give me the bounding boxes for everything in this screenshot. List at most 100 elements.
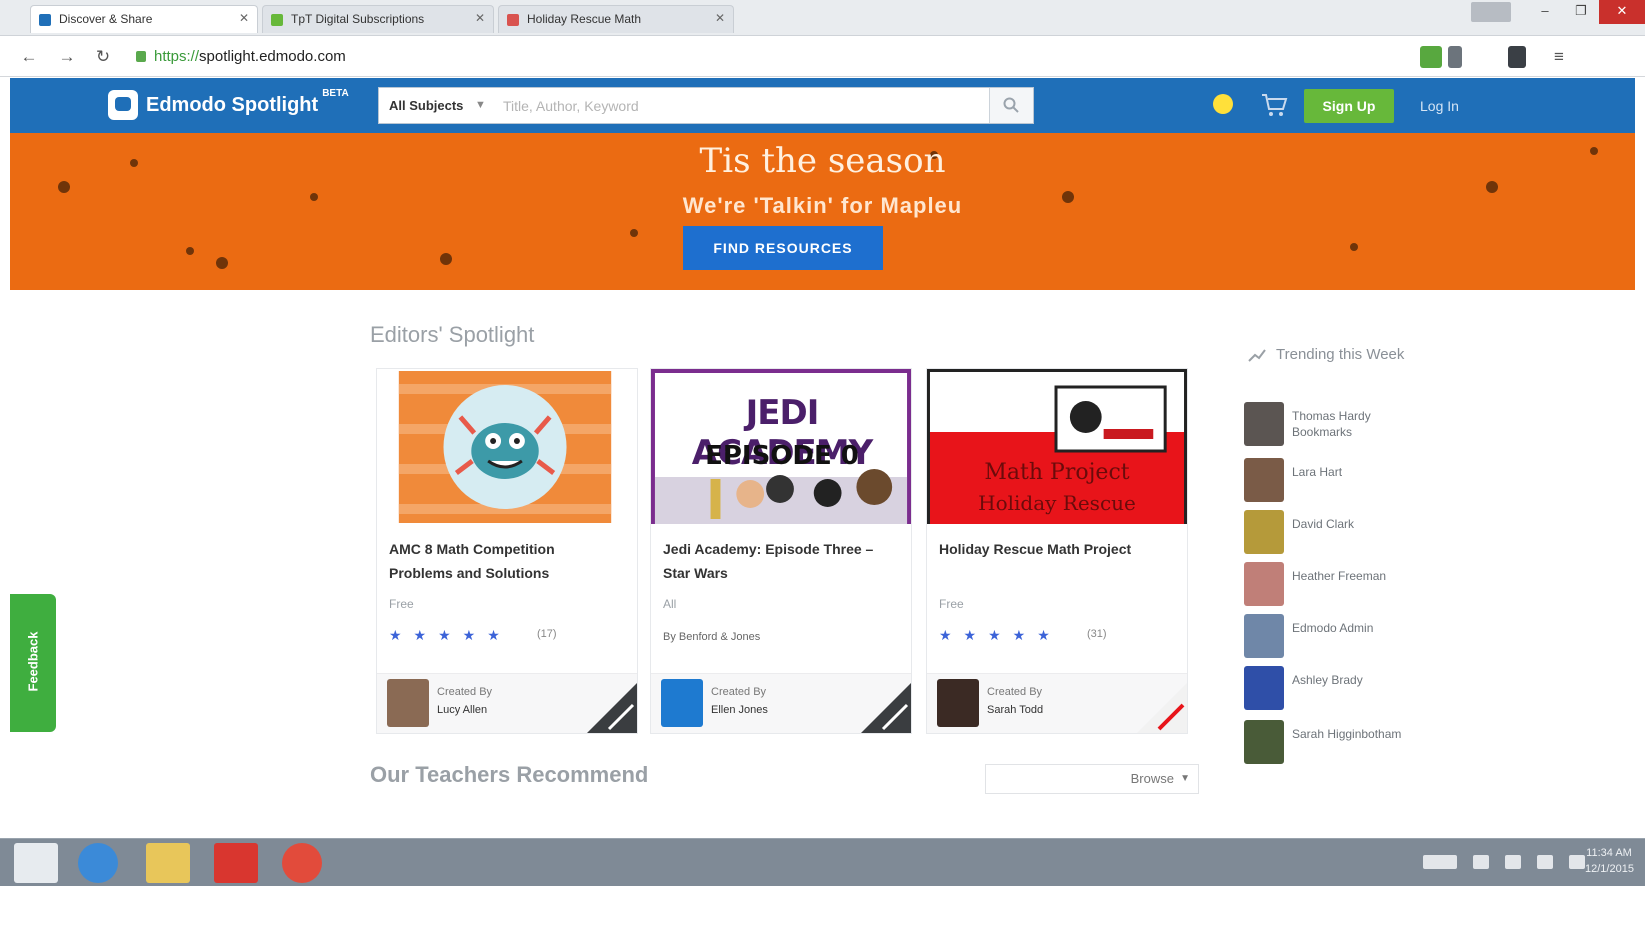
- search-icon: [1003, 97, 1019, 113]
- file-explorer-icon[interactable]: [146, 843, 190, 883]
- trending-item-name: Lara Hart: [1292, 465, 1343, 479]
- recommend-title: Our Teachers Recommend: [370, 762, 649, 787]
- screen-bottom-margin: [0, 886, 1645, 926]
- tab-label: TpT Digital Subscriptions: [291, 12, 425, 26]
- chevron-down-icon[interactable]: ▼: [475, 88, 486, 123]
- review-count: (17): [537, 628, 557, 640]
- keyboard-icon[interactable]: [1423, 855, 1457, 869]
- flag-icon[interactable]: [1473, 855, 1489, 869]
- resource-card[interactable]: Math Project Holiday Rescue Holiday Resc…: [926, 368, 1188, 734]
- decor-dot: [58, 181, 70, 193]
- decor-dot: [630, 229, 638, 237]
- trending-item[interactable]: Heather Freeman: [1244, 562, 1444, 606]
- browser-tab[interactable]: Discover & Share ✕: [30, 5, 258, 33]
- browser-tab-bar: Discover & Share ✕ TpT Digital Subscript…: [0, 0, 1645, 36]
- browser-tab[interactable]: Holiday Rescue Math ✕: [498, 5, 734, 33]
- tab-close-icon[interactable]: ✕: [715, 11, 725, 25]
- url-scheme: https://: [154, 48, 200, 65]
- avatar[interactable]: [661, 679, 703, 727]
- trending-item-name: Sarah Higginbotham: [1292, 727, 1402, 741]
- trending-item[interactable]: Edmodo Admin: [1244, 614, 1444, 658]
- ribbon-icon: [587, 683, 637, 733]
- card-title[interactable]: AMC 8 Math Competition Problems and Solu…: [389, 537, 619, 585]
- created-by-label: Created By: [987, 686, 1043, 698]
- cart-icon[interactable]: [1260, 92, 1288, 118]
- avatar: [1244, 614, 1284, 658]
- close-window-button[interactable]: ✕: [1599, 0, 1645, 24]
- trending-item-name: Heather Freeman: [1292, 569, 1387, 583]
- extension-icon[interactable]: [1448, 46, 1462, 68]
- card-title[interactable]: Holiday Rescue Math Project: [939, 537, 1169, 561]
- chevron-down-icon: ▼: [1180, 773, 1190, 784]
- tab-favicon-icon: [507, 14, 519, 26]
- tab-close-icon[interactable]: ✕: [239, 11, 249, 25]
- avatar: [1244, 458, 1284, 502]
- browser-tab[interactable]: TpT Digital Subscriptions ✕: [262, 5, 494, 33]
- decor-dot: [1486, 181, 1498, 193]
- sign-up-button[interactable]: Sign Up: [1304, 89, 1394, 123]
- avatar[interactable]: [387, 679, 429, 727]
- avatar: [1244, 720, 1284, 764]
- logo-text: Edmodo Spotlight: [146, 93, 319, 116]
- trending-item[interactable]: Lara Hart: [1244, 458, 1444, 502]
- avatar: [1244, 666, 1284, 710]
- menu-icon[interactable]: ≡: [1548, 46, 1570, 68]
- banner-title: Tis the season: [699, 141, 946, 181]
- thumbnail-caption: Math Project: [984, 460, 1130, 485]
- author-name[interactable]: Lucy Allen: [437, 704, 487, 716]
- trending-item[interactable]: Thomas Hardy Bookmarks: [1244, 402, 1444, 446]
- site-logo[interactable]: Edmodo Spotlight BETA: [108, 88, 349, 122]
- site-header: Edmodo Spotlight BETA All Subjects ▼ Sig…: [10, 78, 1635, 133]
- address-bar[interactable]: https://spotlight.edmodo.com: [132, 43, 1422, 71]
- tab-close-icon[interactable]: ✕: [475, 11, 485, 25]
- card-title[interactable]: Jedi Academy: Episode Three – Star Wars: [663, 537, 893, 585]
- battery-icon[interactable]: [1569, 855, 1585, 869]
- extension-icon[interactable]: [1420, 46, 1442, 68]
- trending-item-name: David Clark: [1292, 517, 1355, 531]
- lightbulb-icon[interactable]: [1213, 94, 1233, 114]
- network-icon[interactable]: [1505, 855, 1521, 869]
- maximize-button[interactable]: ❐: [1563, 0, 1599, 24]
- forward-arrow-icon[interactable]: →: [56, 46, 78, 68]
- author-name[interactable]: Sarah Todd: [987, 704, 1043, 716]
- minimize-button[interactable]: –: [1527, 0, 1563, 24]
- search-input[interactable]: [503, 94, 973, 117]
- review-count: (31): [1087, 628, 1107, 640]
- avatar[interactable]: [937, 679, 979, 727]
- ribbon-icon: [1137, 683, 1187, 733]
- lock-icon: [136, 51, 146, 62]
- window-controls: – ❐ ✕: [1471, 0, 1645, 30]
- trending-title: Trending this Week: [1276, 346, 1405, 363]
- search-scope-select[interactable]: All Subjects: [389, 88, 463, 123]
- author-name[interactable]: Ellen Jones: [711, 704, 768, 716]
- trending-item[interactable]: Sarah Higginbotham: [1244, 720, 1444, 764]
- office-app-icon[interactable]: [214, 843, 258, 883]
- tab-label: Holiday Rescue Math: [527, 12, 642, 26]
- url-host: spotlight.edmodo.com: [199, 48, 346, 65]
- banner-subtitle: We're 'Talkin' for Mapleu: [682, 193, 963, 218]
- reload-icon[interactable]: ↻: [92, 46, 114, 68]
- log-in-link[interactable]: Log In: [1420, 89, 1459, 123]
- feedback-tab[interactable]: Feedback: [10, 594, 56, 732]
- trending-item-name: Thomas Hardy Bookmarks: [1292, 409, 1371, 439]
- trending-item[interactable]: Ashley Brady: [1244, 666, 1444, 710]
- trending-item[interactable]: David Clark: [1244, 510, 1444, 554]
- logo-beta-badge: BETA: [322, 88, 349, 99]
- resource-card[interactable]: AMC 8 Math Competition Problems and Solu…: [376, 368, 638, 734]
- extension-icon[interactable]: [1508, 46, 1526, 68]
- profile-icon[interactable]: [1471, 2, 1511, 22]
- trending-panel: Trending this Week Thomas Hardy Bookmark…: [1238, 336, 1448, 766]
- internet-explorer-icon[interactable]: [78, 843, 118, 883]
- start-button[interactable]: [14, 843, 58, 883]
- back-arrow-icon[interactable]: ←: [18, 46, 40, 68]
- ribbon-icon: [861, 683, 911, 733]
- browse-dropdown[interactable]: Browse ▼: [985, 764, 1199, 794]
- chrome-icon[interactable]: [282, 843, 322, 883]
- resource-card[interactable]: JEDI ACADEMY EPISODE 0 Jedi Academy: Epi…: [650, 368, 912, 734]
- search-button[interactable]: [989, 88, 1033, 123]
- browse-label: Browse: [1130, 771, 1174, 786]
- tab-label: Discover & Share: [59, 12, 153, 26]
- find-resources-button[interactable]: FIND RESOURCES: [683, 226, 883, 270]
- clock[interactable]: 11:34 AM 12/1/2015: [1585, 845, 1634, 877]
- volume-icon[interactable]: [1537, 855, 1553, 869]
